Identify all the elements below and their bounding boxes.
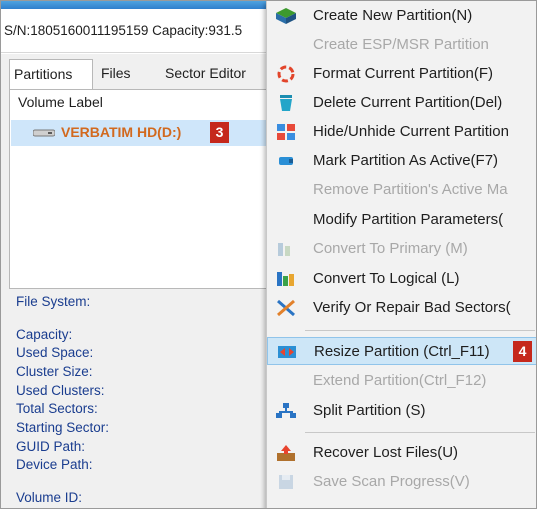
tab-bar: Partitions Files Sector Editor: [9, 59, 271, 89]
tab-sector-editor-label: Sector Editor: [165, 65, 246, 81]
verify-repair-icon: [277, 299, 295, 317]
volume-name: VERBATIM HD(D:): [61, 124, 182, 140]
resize-icon: [278, 346, 296, 358]
menu-item-label: Format Current Partition(F): [313, 65, 494, 82]
prop-device-path: Device Path:: [16, 457, 93, 472]
prop-used-space: Used Space:: [16, 345, 94, 360]
menu-item-delete-partition[interactable]: Delete Current Partition(Del): [267, 89, 536, 117]
menu-item-create-new-partition[interactable]: Create New Partition(N): [267, 2, 536, 30]
menu-item-label: Recover Lost Files(U): [313, 444, 459, 461]
context-menu: Create New Partition(N) Create ESP/MSR P…: [266, 1, 536, 508]
menu-item-mark-active[interactable]: Mark Partition As Active(F7): [267, 147, 536, 175]
tab-files[interactable]: Files: [97, 59, 147, 89]
menu-item-label: Create ESP/MSR Partition: [313, 36, 489, 53]
menu-item-label: Resize Partition (Ctrl_F11): [314, 343, 490, 360]
menu-separator: [305, 330, 535, 331]
tab-files-label: Files: [101, 65, 131, 81]
menu-item-label: Split Partition (S): [313, 402, 426, 419]
prop-used-clusters: Used Clusters:: [16, 383, 105, 398]
menu-item-label: Hide/Unhide Current Partition: [313, 123, 509, 140]
tab-sector-editor[interactable]: Sector Editor: [161, 59, 266, 89]
menu-item-remove-active-mark[interactable]: Remove Partition's Active Ma: [267, 176, 536, 204]
step-badge-4: 4: [513, 341, 532, 362]
menu-item-label: Save Scan Progress(V): [313, 473, 470, 490]
menu-item-convert-primary[interactable]: Convert To Primary (M): [267, 235, 536, 263]
drive-icon: [33, 129, 55, 137]
prop-total-sectors: Total Sectors:: [16, 401, 98, 416]
menu-item-create-esp-msr[interactable]: Create ESP/MSR Partition: [267, 31, 536, 59]
menu-item-save-scan-progress[interactable]: Save Scan Progress(V): [267, 468, 536, 496]
step-badge-3: 3: [210, 122, 229, 143]
menu-item-label: Remove Partition's Active Ma: [313, 181, 508, 198]
tab-partitions-label: Partitions: [14, 66, 73, 82]
save-scan-icon: [279, 475, 293, 489]
recover-files-icon: [277, 445, 295, 461]
menu-item-label: Create New Partition(N): [313, 7, 473, 24]
menu-item-resize-partition[interactable]: Resize Partition (Ctrl_F11) 4: [267, 337, 536, 365]
menu-item-format-partition[interactable]: Format Current Partition(F): [267, 60, 536, 88]
tab-partitions[interactable]: Partitions: [9, 59, 93, 89]
convert-logical-icon: [277, 272, 294, 286]
menu-item-label: Modify Partition Parameters(: [313, 211, 504, 228]
left-panel: Partitions Files Sector Editor Volume La…: [1, 54, 276, 508]
menu-item-verify-repair[interactable]: Verify Or Repair Bad Sectors(: [267, 294, 536, 322]
prop-capacity: Capacity:: [16, 327, 73, 342]
menu-item-label: Convert To Primary (M): [313, 240, 468, 257]
mark-active-icon: [279, 157, 293, 165]
menu-item-label: Delete Current Partition(Del): [313, 94, 503, 111]
prop-cluster-size: Cluster Size:: [16, 364, 93, 379]
convert-primary-icon: [278, 243, 290, 256]
prop-starting-sector: Starting Sector:: [16, 420, 110, 435]
column-header-volume-label[interactable]: Volume Label: [18, 94, 103, 110]
menu-item-split-partition[interactable]: Split Partition (S): [267, 397, 536, 425]
partition-list[interactable]: Volume Label VERBATIM HD(D:) 3: [9, 89, 271, 289]
title-bar-strip: [1, 1, 276, 9]
delete-icon: [280, 95, 292, 111]
menu-item-extend-partition[interactable]: Extend Partition(Ctrl_F12): [267, 367, 536, 395]
disk-info-bar: S/N:1805160011195159 Capacity:931.5: [1, 9, 276, 53]
prop-volume-id: Volume ID:: [16, 490, 83, 505]
format-icon: [277, 65, 295, 83]
menu-separator: [305, 432, 535, 433]
list-item[interactable]: VERBATIM HD(D:) 3: [11, 120, 269, 146]
menu-item-label: Verify Or Repair Bad Sectors(: [313, 299, 511, 316]
menu-item-label: Convert To Logical (L): [313, 270, 460, 287]
menu-item-recover-lost-files[interactable]: Recover Lost Files(U): [267, 439, 536, 467]
hide-unhide-icon: [277, 124, 295, 140]
prop-guid-path: GUID Path:: [16, 439, 86, 454]
split-icon: [276, 403, 296, 418]
create-partition-icon: [276, 8, 296, 24]
menu-item-convert-logical[interactable]: Convert To Logical (L): [267, 265, 536, 293]
menu-item-label: Mark Partition As Active(F7): [313, 152, 499, 169]
menu-item-hide-unhide[interactable]: Hide/Unhide Current Partition: [267, 118, 536, 146]
app-window: S/N:1805160011195159 Capacity:931.5 Part…: [0, 0, 537, 509]
prop-file-system: File System:: [16, 294, 91, 309]
menu-item-modify-parameters[interactable]: Modify Partition Parameters(: [267, 206, 536, 234]
disk-info-text: S/N:1805160011195159 Capacity:931.5: [4, 23, 243, 38]
menu-item-label: Extend Partition(Ctrl_F12): [313, 372, 487, 389]
